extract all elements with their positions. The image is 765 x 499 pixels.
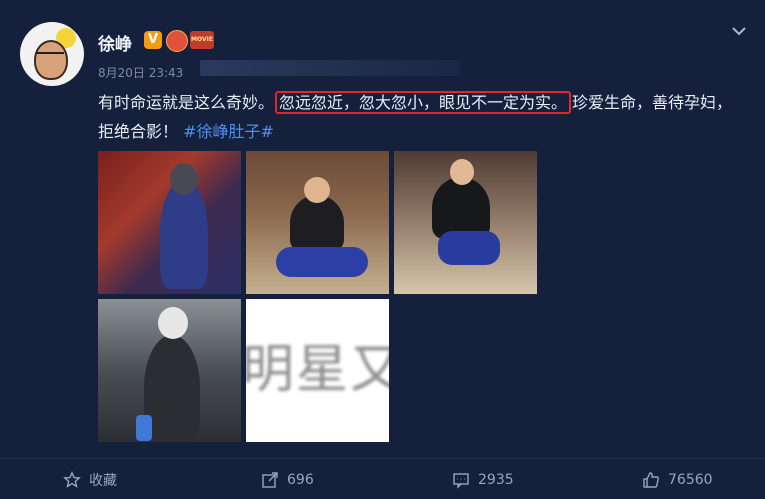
highlighted-text: 忽远忽近，忽大忽小，眼见不一定为实。 [275, 91, 572, 114]
comment-icon [452, 471, 470, 489]
like-count: 76560 [668, 472, 713, 488]
photo-figure [144, 335, 200, 441]
star-icon [63, 471, 81, 489]
divider [0, 458, 765, 459]
watermark-text: 明星又 [246, 340, 389, 400]
favorite-label: 收藏 [89, 473, 117, 489]
share-icon [261, 471, 279, 489]
weibo-post-card: 徐峥 V MOVIE 8月20日 23:43 有时命运就是这么奇妙。 忽远忽近，忽… [0, 0, 765, 499]
movie-badge-icon[interactable]: MOVIE [190, 31, 214, 49]
avatar-face-shape [34, 40, 68, 80]
hashtag-link[interactable]: #徐峥肚子# [183, 122, 274, 141]
photo-figure [160, 179, 208, 289]
photo-figure-head [304, 177, 330, 203]
photo-thumbnail[interactable] [98, 299, 241, 442]
avatar-glasses-shape [36, 52, 64, 60]
photo-figure-shorts [276, 247, 368, 277]
chevron-down-icon[interactable] [730, 22, 748, 40]
thumbs-up-icon [642, 471, 660, 489]
comment-button[interactable]: 2935 [452, 470, 514, 490]
photo-thumbnail[interactable]: 明星又 [246, 299, 389, 442]
crown-badge-icon[interactable] [166, 30, 188, 52]
like-button[interactable]: 76560 [642, 470, 713, 490]
photo-figure-head [450, 159, 474, 185]
photo-figure-sleeve [136, 415, 152, 441]
photo-figure-head [158, 307, 188, 339]
post-text: 有时命运就是这么奇妙。 忽远忽近，忽大忽小，眼见不一定为实。 珍爱生命，善待孕妇，拒… [98, 88, 743, 146]
favorite-button[interactable]: 收藏 [63, 470, 117, 490]
post-text-intro: 有时命运就是这么奇妙。 [98, 93, 275, 112]
repost-count: 696 [287, 472, 314, 488]
blurred-overlay [200, 60, 460, 76]
photo-figure [432, 177, 490, 239]
post-timestamp[interactable]: 8月20日 23:43 [98, 64, 183, 81]
author-name[interactable]: 徐峥 [98, 30, 132, 55]
repost-button[interactable]: 696 [261, 470, 314, 490]
comment-count: 2935 [478, 472, 514, 488]
avatar[interactable] [20, 22, 84, 86]
photo-figure-head [170, 163, 198, 195]
photo-thumbnail[interactable] [246, 151, 389, 294]
photo-thumbnail[interactable] [98, 151, 241, 294]
photo-figure [290, 195, 344, 251]
photo-thumbnail[interactable] [394, 151, 537, 294]
photo-figure-shorts [438, 231, 500, 265]
verified-badge-icon[interactable]: V [144, 31, 162, 49]
